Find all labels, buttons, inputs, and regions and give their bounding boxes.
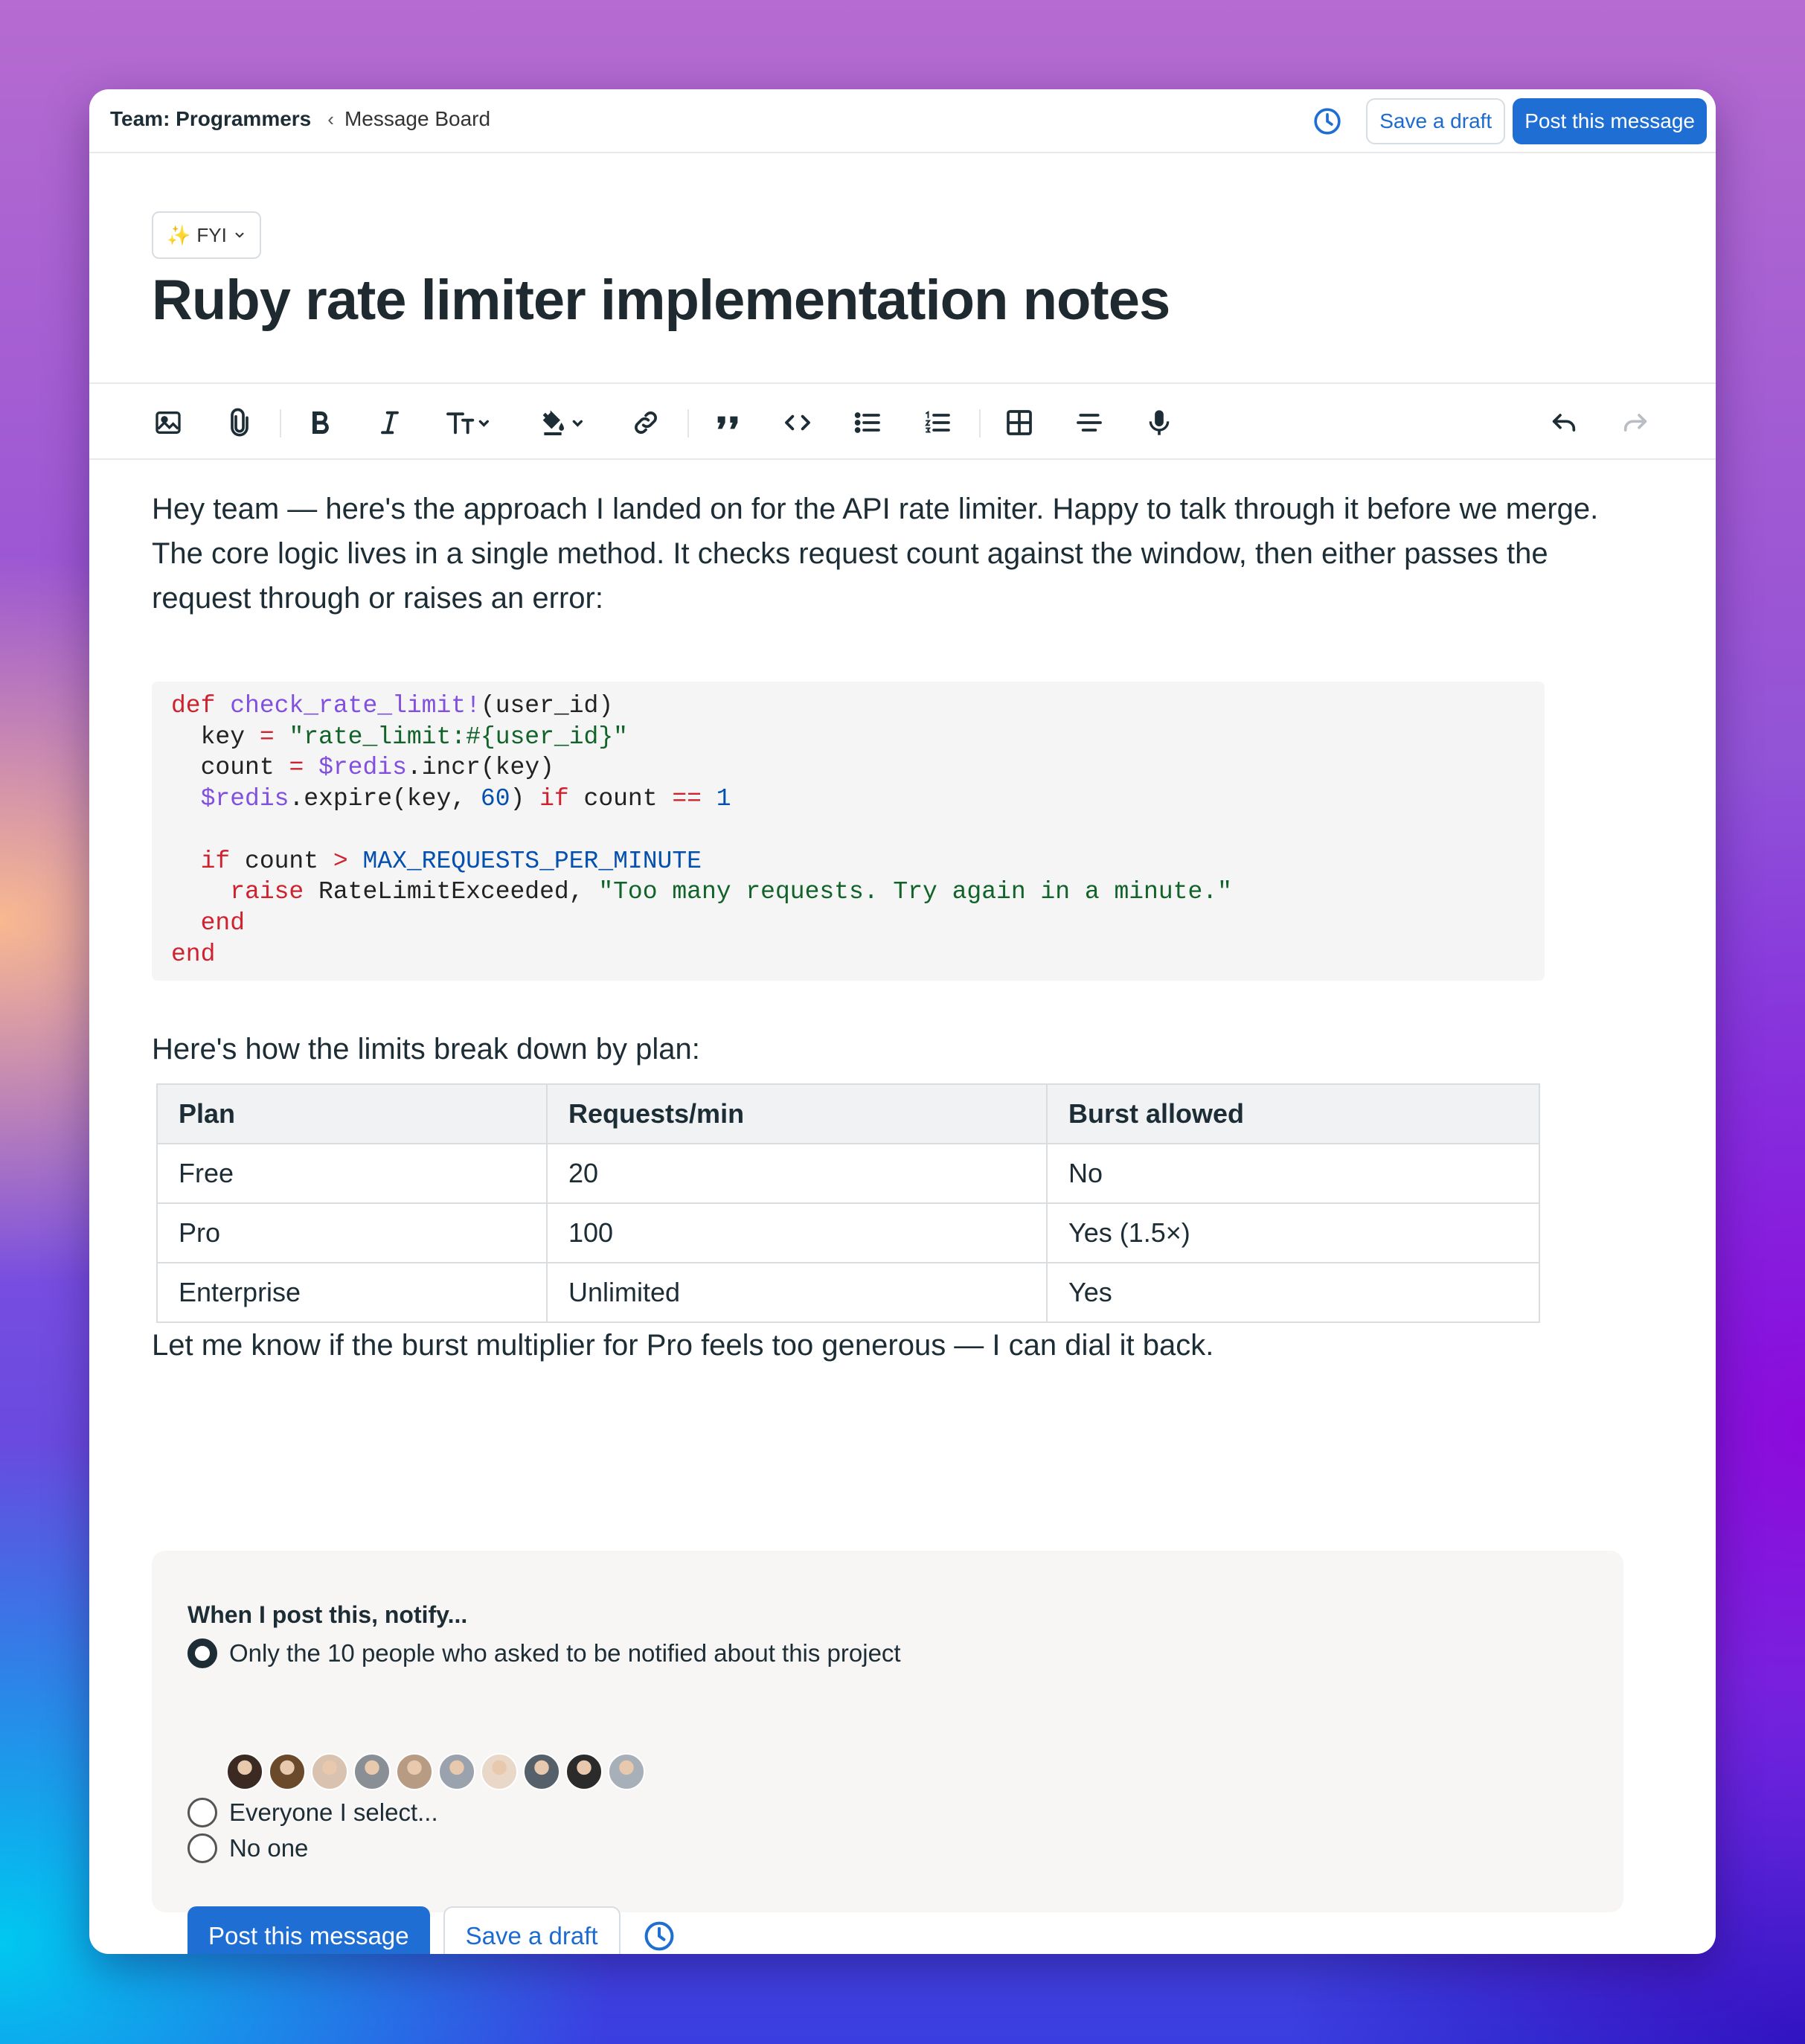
text-size-icon[interactable] [440,406,500,439]
table-header-row: Plan Requests/min Burst allowed [156,1083,1540,1144]
table-header-cell: Requests/min [546,1083,1048,1144]
table-cell: 100 [546,1202,1048,1263]
post-message-button[interactable]: Post this message [187,1906,430,1954]
breadcrumb: Team: Programmers ‹ Message Board [110,107,490,131]
numbered-list-icon[interactable] [921,406,954,439]
avatar [396,1753,433,1790]
redo-icon[interactable] [1619,406,1652,439]
schedule-clock-icon[interactable] [1312,106,1342,136]
breadcrumb-separator: ‹ [327,107,334,130]
toolbar-divider [979,409,981,438]
post-message-button-top[interactable]: Post this message [1513,98,1707,144]
table-cell: Enterprise [156,1262,548,1323]
notify-option-label: Only the 10 people who asked to be notif… [229,1639,901,1667]
quote-icon[interactable] [711,406,744,439]
save-draft-button[interactable]: Save a draft [443,1906,621,1954]
category-dropdown[interactable]: ✨ FYI [152,211,261,259]
code-line: key = "rate_limit:#{user_id}" [171,723,628,751]
message-body[interactable]: Hey team — here's the approach I landed … [152,487,1610,621]
undo-icon[interactable] [1548,406,1580,439]
code-line: if count > MAX_REQUESTS_PER_MINUTE [200,847,702,875]
top-actions: Save a draft Post this message [1312,98,1707,144]
avatar [226,1753,263,1790]
image-icon[interactable] [152,406,185,439]
notify-option-no-one[interactable]: No one [187,1833,308,1863]
table-row: Pro 100 Yes (1.5×) [156,1202,1540,1263]
radio-button-selected[interactable] [187,1638,217,1668]
code-block: def check_rate_limit!(user_id) key = "ra… [152,682,1545,981]
code-line: $redis.expire(key, 60) if count == 1 [200,785,731,813]
bold-icon[interactable] [304,406,336,439]
table-cell: Unlimited [546,1262,1048,1323]
toolbar-divider [280,409,281,438]
bullet-list-icon[interactable] [851,406,884,439]
italic-icon[interactable] [373,406,406,439]
code-icon[interactable] [781,406,814,439]
editor-toolbar [89,382,1716,460]
plan-intro-text: Here's how the limits break down by plan… [152,1033,700,1066]
table-cell: Yes (1.5×) [1046,1202,1540,1263]
table-cell: No [1046,1143,1540,1204]
toolbar-divider [687,409,689,438]
chevron-down-icon [235,232,244,238]
table-cell: Free [156,1143,548,1204]
avatar [269,1753,306,1790]
avatar [481,1753,518,1790]
top-bar: Team: Programmers ‹ Message Board Save a… [89,89,1716,153]
notify-actions: Post this message Save a draft [187,1906,676,1954]
schedule-clock-icon[interactable] [643,1920,676,1952]
notify-option-followers[interactable]: Only the 10 people who asked to be notif… [187,1638,901,1668]
divider-icon[interactable] [1073,406,1106,439]
table-cell: Pro [156,1202,548,1263]
code-line: def check_rate_limit!(user_id) [171,692,614,720]
category-label: FYI [196,223,227,246]
notify-option-label: No one [229,1834,309,1862]
table-cell: Yes [1046,1262,1540,1323]
notify-option-everyone-i-select[interactable]: Everyone I select... [187,1798,438,1827]
notify-panel: When I post this, notify... Only the 10 … [152,1551,1623,1912]
table-header-cell: Burst allowed [1046,1083,1540,1144]
breadcrumb-team-link[interactable]: Team: Programmers [110,107,311,131]
avatar [353,1753,391,1790]
sparkles-icon: ✨ [167,223,191,246]
message-title[interactable]: Ruby rate limiter implementation notes [152,268,1170,333]
avatar [523,1753,560,1790]
avatar [608,1753,645,1790]
radio-button[interactable] [187,1833,217,1863]
avatar [565,1753,603,1790]
table-cell: 20 [546,1143,1048,1204]
link-icon[interactable] [629,406,662,439]
paperclip-icon[interactable] [223,406,256,439]
code-line: raise RateLimitExceeded, "Too many reque… [230,878,1232,906]
code-line: end [171,940,216,968]
radio-button[interactable] [187,1798,217,1827]
code-line: count = $redis.incr(key) [171,754,554,782]
avatar [438,1753,475,1790]
table-row: Enterprise Unlimited Yes [156,1262,1540,1323]
follower-avatars [226,1753,645,1790]
outro-text: Let me know if the burst multiplier for … [152,1329,1214,1362]
table-icon[interactable] [1003,406,1036,439]
body-paragraph: The core logic lives in a single method.… [152,537,1548,615]
notify-title: When I post this, notify... [187,1601,468,1628]
body-paragraph: Hey team — here's the approach I landed … [152,493,1599,525]
notify-option-label: Everyone I select... [229,1798,438,1826]
code-line: end [200,909,246,937]
save-draft-button-top[interactable]: Save a draft [1366,98,1506,144]
highlight-icon[interactable] [534,406,594,439]
microphone-icon[interactable] [1143,406,1176,439]
plans-table: Plan Requests/min Burst allowed Free 20 … [156,1083,1540,1323]
message-composer-window: Team: Programmers ‹ Message Board Save a… [89,89,1716,1954]
breadcrumb-board-link[interactable]: Message Board [344,107,490,131]
table-header-cell: Plan [156,1083,548,1144]
avatar [311,1753,348,1790]
table-row: Free 20 No [156,1143,1540,1204]
